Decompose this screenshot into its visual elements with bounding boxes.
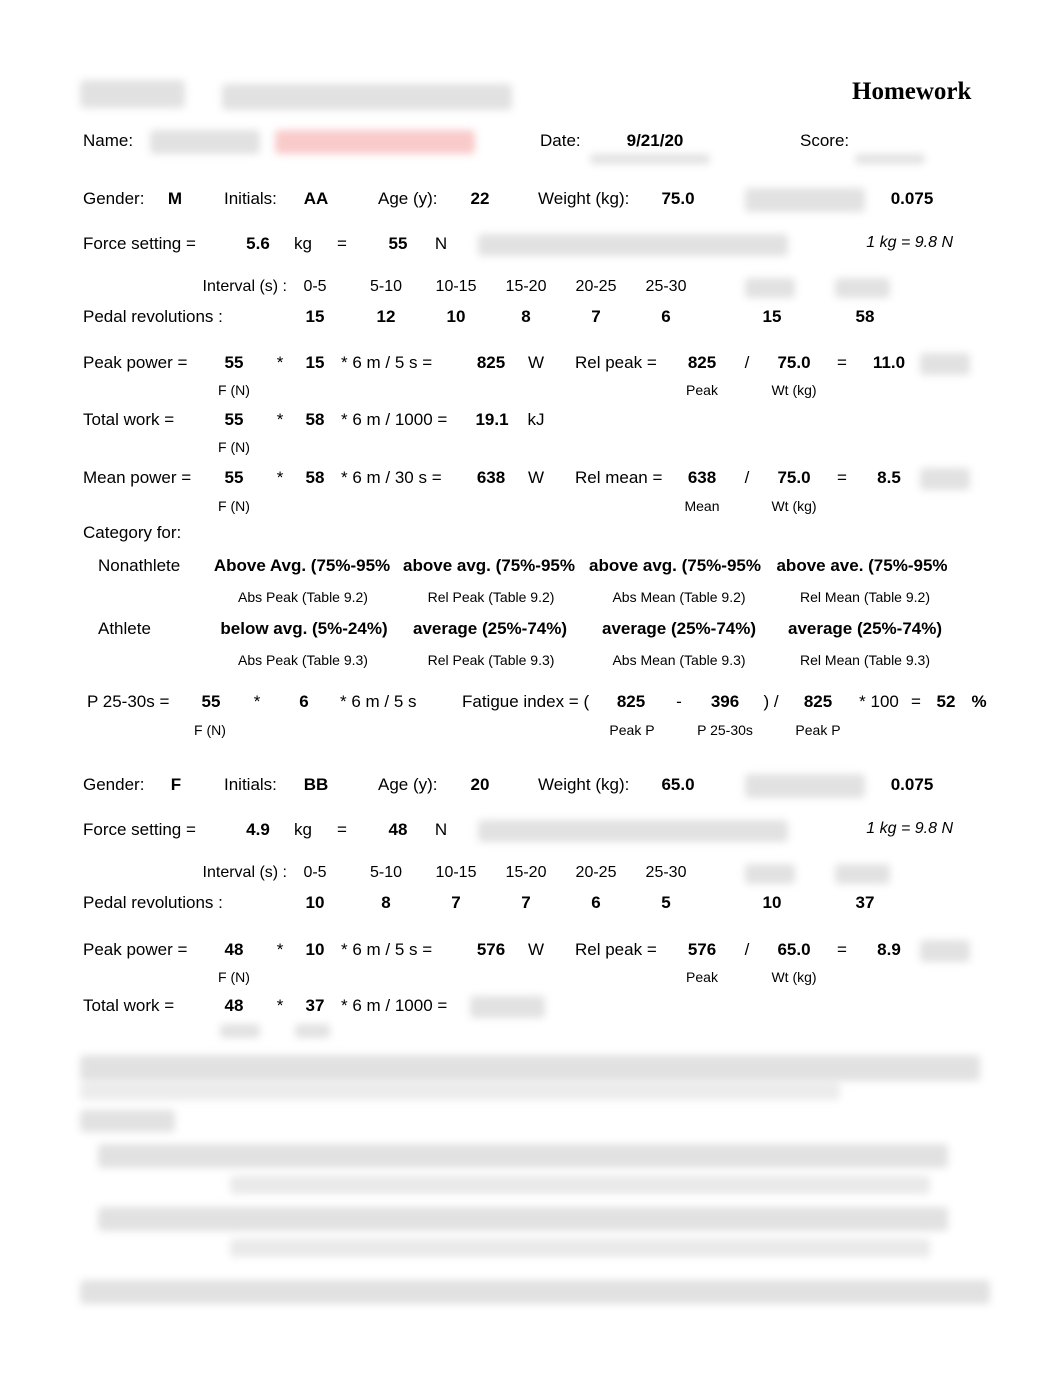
peak-power-value: 576 (476, 940, 506, 959)
force-kg-value: 4.9 (246, 820, 270, 839)
force-n-value: 48 (388, 820, 408, 839)
work-force: 48 (224, 996, 244, 1015)
f-n-sublabel: F (N) (218, 969, 250, 985)
interval-0: 0-5 (303, 864, 327, 881)
factor-value: 0.075 (890, 775, 934, 794)
interval-5: 25-30 (645, 864, 687, 881)
peak-sublabel: Peak (686, 969, 718, 985)
blurred-total-work (470, 996, 545, 1018)
blurred-label (745, 774, 865, 798)
interval-4: 20-25 (575, 864, 617, 881)
multiply: * (276, 996, 284, 1015)
work-formula: * 6 m / 1000 = (341, 996, 448, 1015)
blurred-mean-power-row (80, 1055, 980, 1081)
peak-force: 48 (224, 940, 244, 959)
subject-2-section: Gender: F Initials: BB Age (y): 20 Weigh… (0, 0, 1062, 1377)
blurred-athlete-row (98, 1207, 948, 1231)
revs-2: 7 (451, 893, 461, 912)
divide: / (744, 940, 750, 959)
interval-2: 10-15 (435, 864, 477, 881)
pedal-revolutions-label: Pedal revolutions : (83, 893, 223, 912)
initials-value: BB (303, 775, 329, 794)
gender-label: Gender: (83, 775, 145, 794)
rel-peak-label: Rel peak = (575, 940, 657, 959)
blurred-note (478, 820, 788, 842)
force-setting-label: Force setting = (83, 820, 196, 839)
weight-value: 65.0 (661, 775, 695, 794)
total-work-label: Total work = (83, 996, 175, 1015)
equals: = (837, 940, 847, 959)
conversion-note: 1 kg = 9.8 N (866, 820, 953, 837)
revs-3: 7 (521, 893, 531, 912)
rel-peak-value: 8.9 (877, 940, 901, 959)
blurred-table-refs (230, 1176, 930, 1194)
age-label: Age (y): (378, 775, 438, 794)
blurred-category-label (80, 1110, 175, 1132)
revs-0: 10 (305, 893, 325, 912)
revs-total: 37 (855, 893, 875, 912)
blurred-label (835, 864, 890, 884)
interval-3: 15-20 (505, 864, 547, 881)
age-value: 20 (470, 775, 490, 794)
work-revs: 37 (305, 996, 325, 1015)
revs-1: 8 (381, 893, 391, 912)
peak-revs: 10 (305, 940, 325, 959)
blurred-sublabel (295, 1024, 330, 1038)
peak-formula: * 6 m / 5 s = (341, 940, 433, 959)
blurred-sublabels (80, 1082, 840, 1100)
revs-4: 6 (591, 893, 601, 912)
revs-first5: 10 (762, 893, 782, 912)
gender-value: F (170, 775, 182, 794)
blurred-nonathlete-row (98, 1144, 948, 1168)
peak-power-label: Peak power = (83, 940, 188, 959)
blurred-label (745, 864, 795, 884)
rel-peak-weight: 65.0 (777, 940, 811, 959)
initials-label: Initials: (224, 775, 277, 794)
blurred-fatigue-row (80, 1280, 990, 1304)
revs-5: 5 (661, 893, 671, 912)
multiply: * (276, 940, 284, 959)
n-unit: N (434, 820, 448, 839)
blurred-sublabel (220, 1024, 260, 1038)
equals: = (337, 820, 347, 839)
kg-unit: kg (294, 820, 312, 839)
weight-label: Weight (kg): (538, 775, 630, 794)
interval-1: 5-10 (369, 864, 403, 881)
w-unit: W (527, 940, 545, 959)
interval-label: Interval (s) : (202, 864, 287, 881)
wt-sublabel: Wt (kg) (771, 969, 817, 985)
blurred-table-refs (230, 1239, 930, 1257)
blurred-unit (920, 940, 970, 962)
rel-peak-numerator: 576 (687, 940, 717, 959)
